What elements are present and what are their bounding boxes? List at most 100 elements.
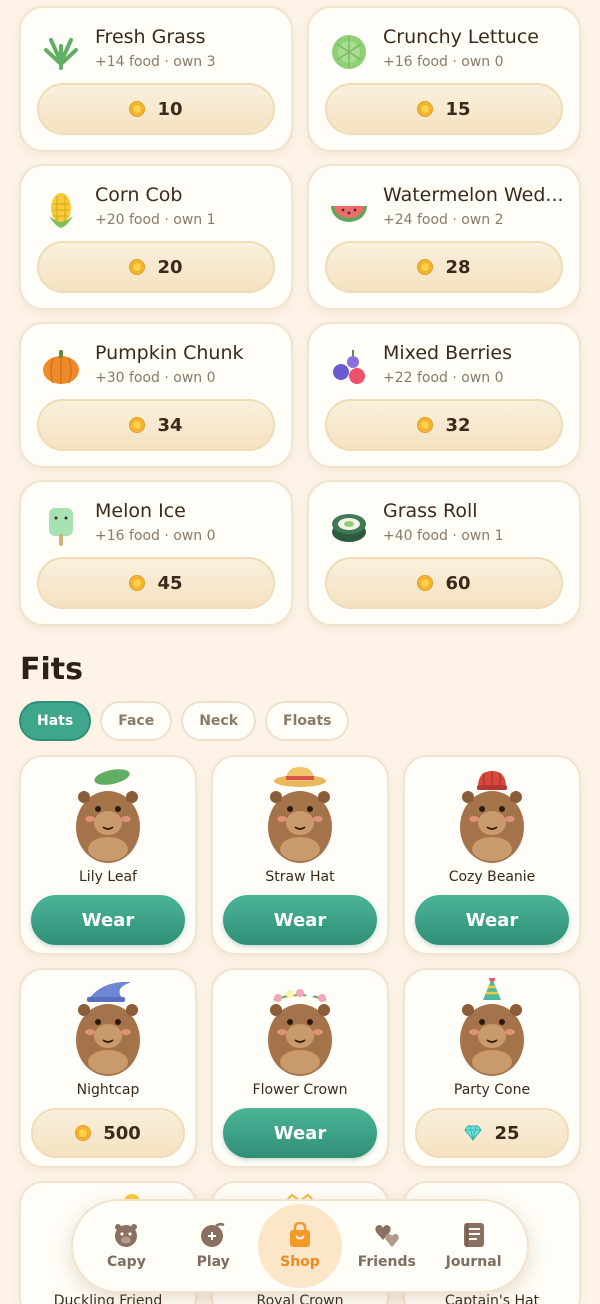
coin-icon <box>75 1125 92 1141</box>
nav-label: Journal <box>445 1254 502 1270</box>
buy-button[interactable]: 20 <box>37 241 275 293</box>
food-name: Pumpkin Chunk <box>95 342 244 364</box>
coin-icon <box>417 101 434 117</box>
nav-item-journal[interactable]: Journal <box>432 1204 516 1288</box>
nav-item-shop[interactable]: Shop <box>257 1204 342 1288</box>
buy-button[interactable]: 10 <box>37 83 275 135</box>
fit-name: Nightcap <box>76 1082 140 1098</box>
lettuce-icon <box>332 35 366 69</box>
wear-button[interactable]: Wear <box>31 895 185 945</box>
grass-icon <box>44 38 78 70</box>
food-card-fresh-grass: Fresh Grass +14 food · own 3 10 <box>19 6 293 152</box>
food-stats: +20 food · own 1 <box>95 212 216 228</box>
food-name: Mixed Berries <box>383 342 513 364</box>
price-label: 20 <box>157 256 183 278</box>
coin-icon <box>417 259 434 275</box>
price-label: 34 <box>157 414 183 436</box>
capybara-party-cone-image <box>460 978 524 1076</box>
tab-face[interactable]: Face <box>100 701 173 741</box>
wear-button[interactable]: Wear <box>415 895 569 945</box>
shopping-bag-icon <box>289 1222 310 1247</box>
fit-name: Lily Leaf <box>79 869 137 885</box>
food-stats: +16 food · own 0 <box>383 54 504 70</box>
fit-name: Captain's Hat <box>444 1293 540 1304</box>
food-card-pumpkin-chunk: Pumpkin Chunk +30 food · own 0 34 <box>19 322 293 468</box>
fit-name: Royal Crown <box>256 1293 344 1304</box>
coin-icon <box>129 575 146 591</box>
tab-floats[interactable]: Floats <box>265 701 350 741</box>
nav-label: Play <box>196 1254 230 1270</box>
food-card-watermelon-wedge: Watermelon Wed... +24 food · own 2 28 <box>307 164 581 310</box>
nav-label: Shop <box>280 1254 320 1270</box>
buy-button[interactable]: 60 <box>325 557 563 609</box>
buy-button[interactable]: 15 <box>325 83 563 135</box>
capybara-flower-crown-image <box>268 989 332 1076</box>
price-label: 45 <box>157 572 183 594</box>
capybara-cozy-beanie-image <box>460 771 524 863</box>
nav-item-play[interactable]: Play <box>171 1204 255 1288</box>
capybara-nightcap-image <box>76 978 140 1076</box>
buy-button[interactable]: 45 <box>37 557 275 609</box>
food-stats: +16 food · own 0 <box>95 528 216 544</box>
food-stats: +24 food · own 2 <box>383 212 504 228</box>
fit-card-cozy-beanie: Cozy Beanie Wear <box>403 755 581 955</box>
coin-icon <box>417 575 434 591</box>
coin-icon <box>417 417 434 433</box>
capybara-lily-leaf-image <box>76 769 140 863</box>
fit-name: Straw Hat <box>265 869 335 885</box>
food-card-mixed-berries: Mixed Berries +22 food · own 0 32 <box>307 322 581 468</box>
food-card-crunchy-lettuce: Crunchy Lettuce +16 food · own 0 15 <box>307 6 581 152</box>
wear-button[interactable]: Wear <box>223 895 377 945</box>
buy-button[interactable]: 500 <box>31 1108 185 1158</box>
ball-icon <box>201 1222 225 1247</box>
price-label: 10 <box>157 98 183 120</box>
fit-name: Cozy Beanie <box>448 869 536 885</box>
food-stats: +14 food · own 3 <box>95 54 216 70</box>
food-name: Fresh Grass <box>95 26 206 48</box>
food-name: Melon Ice <box>95 500 186 522</box>
price-label: 500 <box>103 1122 141 1144</box>
food-stats: +30 food · own 0 <box>95 370 216 386</box>
price-label: 28 <box>445 256 471 278</box>
section-title-fits: Fits <box>20 652 83 687</box>
coin-icon <box>129 101 146 117</box>
food-name: Corn Cob <box>95 184 183 206</box>
food-card-corn-cob: Corn Cob +20 food · own 1 20 <box>19 164 293 310</box>
coin-icon <box>129 259 146 275</box>
corn-icon <box>49 193 73 228</box>
buy-button[interactable]: 34 <box>37 399 275 451</box>
fit-card-nightcap: Nightcap 500 <box>19 968 197 1168</box>
tab-neck[interactable]: Neck <box>181 701 257 741</box>
price-label: 32 <box>445 414 471 436</box>
pumpkin-icon <box>43 350 79 384</box>
nav-item-friends[interactable]: Friends <box>345 1204 429 1288</box>
nav-label: Capy <box>106 1254 146 1270</box>
buy-button[interactable]: 28 <box>325 241 563 293</box>
wear-button[interactable]: Wear <box>223 1108 377 1158</box>
food-name: Grass Roll <box>383 500 478 522</box>
fit-card-party-cone: Party Cone 25 <box>403 968 581 1168</box>
journal-icon <box>463 1223 484 1247</box>
food-card-grass-roll: Grass Roll +40 food · own 1 60 <box>307 480 581 626</box>
sushi-roll-icon <box>332 514 366 542</box>
food-stats: +40 food · own 1 <box>383 528 504 544</box>
fit-card-straw-hat: Straw Hat Wear <box>211 755 389 955</box>
fit-name: Party Cone <box>453 1082 531 1098</box>
buy-button[interactable]: 25 <box>415 1108 569 1158</box>
food-name: Crunchy Lettuce <box>383 26 539 48</box>
capybara-straw-hat-image <box>268 767 332 863</box>
nav-item-capy[interactable]: Capy <box>84 1204 168 1288</box>
capybara-icon <box>115 1224 138 1247</box>
food-grid: Fresh Grass +14 food · own 3 10 Crunchy … <box>19 6 581 626</box>
buy-button[interactable]: 32 <box>325 399 563 451</box>
food-stats: +22 food · own 0 <box>383 370 504 386</box>
gem-icon <box>464 1125 483 1141</box>
fit-card-lily-leaf: Lily Leaf Wear <box>19 755 197 955</box>
coin-icon <box>129 417 146 433</box>
tab-hats[interactable]: Hats <box>19 701 92 741</box>
fit-card-flower-crown: Flower Crown Wear <box>211 968 389 1168</box>
berries-icon <box>333 350 365 384</box>
food-card-melon-ice: Melon Ice +16 food · own 0 45 <box>19 480 293 626</box>
fit-name: Duckling Friend <box>53 1293 163 1304</box>
price-label: 60 <box>445 572 471 594</box>
